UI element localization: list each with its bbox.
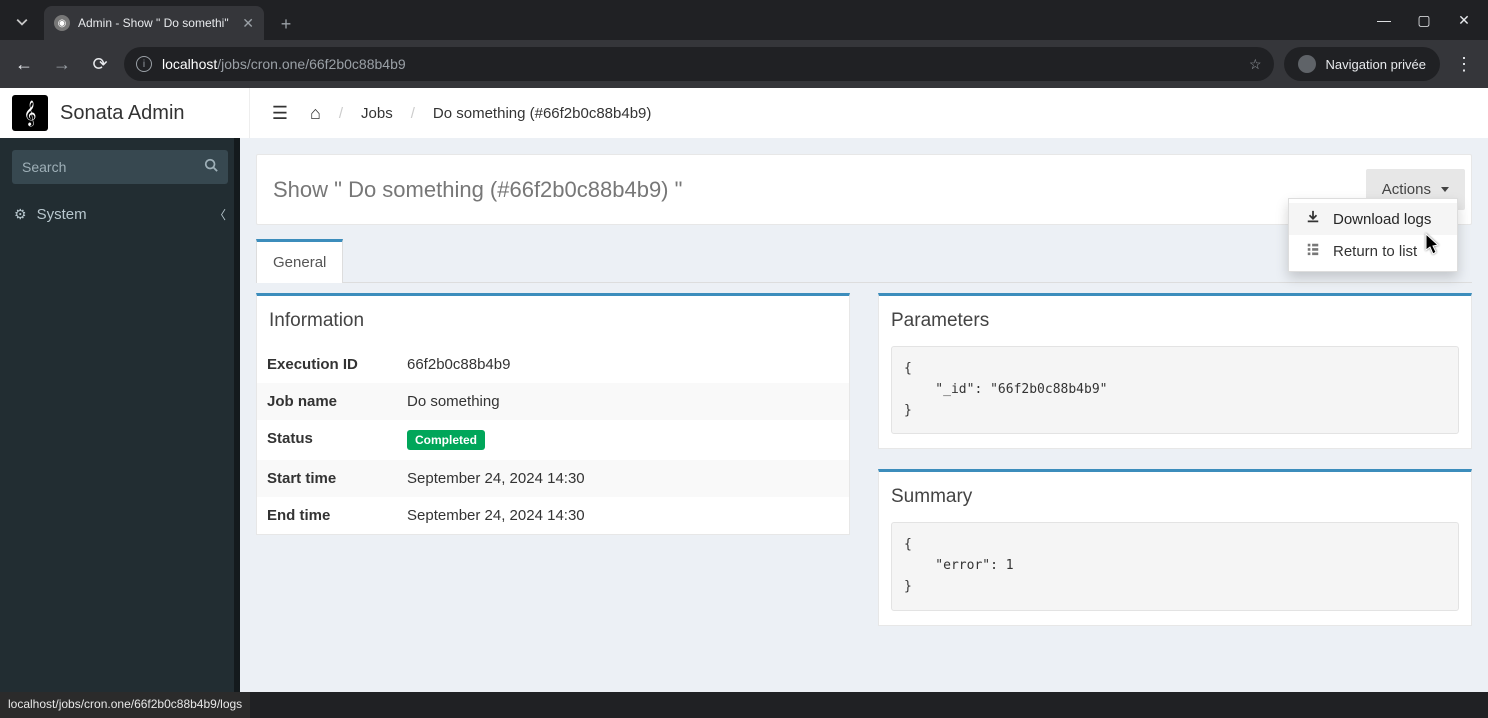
browser-menu-button[interactable]: ⋮: [1450, 54, 1478, 75]
url-text: localhost/jobs/cron.one/66f2b0c88b4b9: [162, 56, 406, 72]
incognito-icon: [1298, 55, 1316, 73]
browser-toolbar: ← → ⟳ i localhost/jobs/cron.one/66f2b0c8…: [0, 40, 1488, 88]
brand-text: Sonata Admin: [60, 102, 185, 125]
search-input[interactable]: [12, 150, 228, 184]
browser-tabbar: ◉ Admin - Show " Do somethi" ✕ +: [0, 0, 1488, 40]
sidebar-item-system[interactable]: ⚙ System 〈: [0, 196, 240, 233]
new-tab-button[interactable]: +: [272, 10, 300, 38]
panel-heading: Parameters: [879, 296, 1471, 346]
breadcrumb: ⌂ / Jobs / Do something (#66f2b0c88b4b9): [310, 103, 651, 124]
address-bar[interactable]: i localhost/jobs/cron.one/66f2b0c88b4b9 …: [124, 47, 1274, 81]
row-value: September 24, 2024 14:30: [407, 507, 585, 524]
summary-code: { "error": 1 }: [891, 522, 1459, 610]
actions-label: Actions: [1382, 181, 1431, 198]
forward-button[interactable]: →: [48, 50, 76, 78]
browser-tab[interactable]: ◉ Admin - Show " Do somethi" ✕: [44, 6, 264, 40]
site-info-icon[interactable]: i: [136, 56, 152, 72]
sidebar-toggle-button[interactable]: ☰: [266, 103, 294, 124]
table-row: End time September 24, 2024 14:30: [257, 497, 849, 534]
breadcrumb-current: Do something (#66f2b0c88b4b9): [433, 105, 651, 122]
page-title: Show " Do something (#66f2b0c88b4b9) ": [273, 177, 682, 203]
search-icon[interactable]: [204, 158, 218, 176]
information-panel: Information Execution ID 66f2b0c88b4b9 J…: [256, 293, 850, 535]
parameters-panel: Parameters { "_id": "66f2b0c88b4b9" }: [878, 293, 1472, 449]
breadcrumb-separator: /: [411, 105, 415, 122]
table-row: Start time September 24, 2024 14:30: [257, 460, 849, 497]
status-badge: Completed: [407, 430, 485, 450]
dropdown-download-logs[interactable]: Download logs: [1289, 203, 1457, 235]
tab-title: Admin - Show " Do somethi": [78, 16, 229, 30]
dropdown-item-label: Download logs: [1333, 211, 1431, 228]
window-maximize-button[interactable]: ▢: [1406, 6, 1442, 34]
chevron-left-icon: 〈: [214, 206, 226, 223]
reload-button[interactable]: ⟳: [86, 50, 114, 78]
parameters-code: { "_id": "66f2b0c88b4b9" }: [891, 346, 1459, 434]
row-value: September 24, 2024 14:30: [407, 470, 585, 487]
home-icon[interactable]: ⌂: [310, 103, 321, 124]
gears-icon: ⚙: [14, 206, 27, 223]
sidebar: ⚙ System 〈: [0, 138, 240, 692]
row-key: End time: [267, 507, 407, 524]
bookmark-icon[interactable]: ☆: [1249, 56, 1262, 73]
row-key: Job name: [267, 393, 407, 410]
table-row: Execution ID 66f2b0c88b4b9: [257, 346, 849, 383]
browser-status-bar: localhost/jobs/cron.one/66f2b0c88b4b9/lo…: [0, 692, 250, 718]
app-topbar: 𝄞 Sonata Admin ☰ ⌂ / Jobs / Do something…: [0, 88, 1488, 138]
table-row: Status Completed: [257, 420, 849, 460]
row-key: Start time: [267, 470, 407, 487]
panel-heading: Information: [257, 296, 849, 346]
sidebar-search: [12, 150, 228, 184]
caret-down-icon: [1441, 187, 1449, 192]
incognito-badge[interactable]: Navigation privée: [1284, 47, 1440, 81]
breadcrumb-jobs[interactable]: Jobs: [361, 105, 393, 122]
content-area: Show " Do something (#66f2b0c88b4b9) " A…: [240, 138, 1488, 692]
tab-search-button[interactable]: [8, 8, 36, 36]
incognito-label: Navigation privée: [1326, 57, 1426, 72]
row-value: Do something: [407, 393, 500, 410]
window-close-button[interactable]: ✕: [1446, 6, 1482, 34]
sidebar-item-label: System: [37, 206, 87, 223]
brand[interactable]: 𝄞 Sonata Admin: [0, 88, 250, 138]
summary-panel: Summary { "error": 1 }: [878, 469, 1472, 625]
row-value: 66f2b0c88b4b9: [407, 356, 510, 373]
tab-general[interactable]: General: [256, 239, 343, 283]
breadcrumb-separator: /: [339, 105, 343, 122]
row-value: Completed: [407, 430, 485, 450]
tab-favicon: ◉: [54, 15, 70, 31]
tab-close-button[interactable]: ✕: [242, 15, 254, 32]
actions-dropdown: Download logs Return to list: [1288, 198, 1458, 272]
dropdown-item-label: Return to list: [1333, 243, 1417, 260]
download-icon: [1305, 210, 1321, 228]
window-minimize-button[interactable]: —: [1366, 6, 1402, 34]
dropdown-return-to-list[interactable]: Return to list: [1289, 235, 1457, 267]
table-row: Job name Do something: [257, 383, 849, 420]
row-key: Execution ID: [267, 356, 407, 373]
back-button[interactable]: ←: [10, 50, 38, 78]
brand-logo-icon: 𝄞: [12, 95, 48, 131]
panel-heading: Summary: [879, 472, 1471, 522]
row-key: Status: [267, 430, 407, 450]
list-icon: [1305, 242, 1321, 260]
